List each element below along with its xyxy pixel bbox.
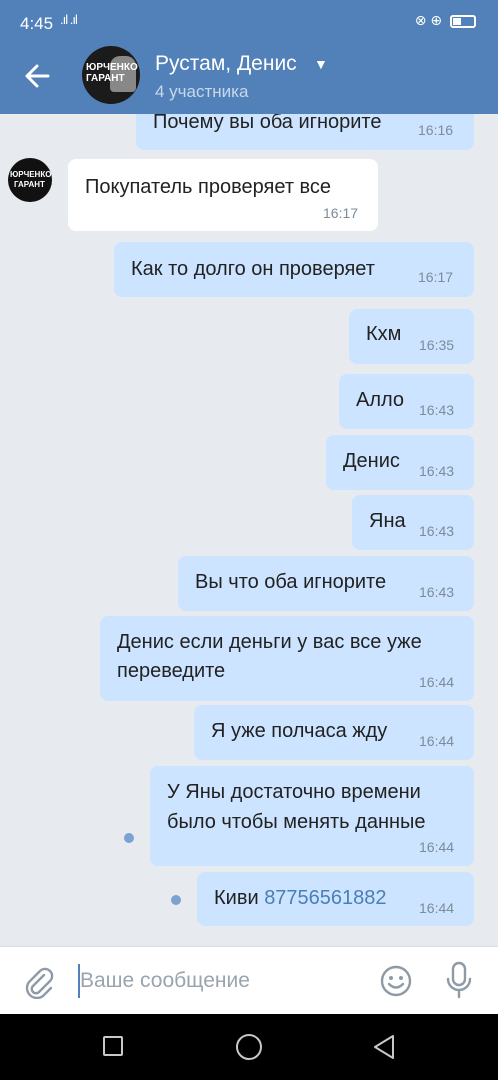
message-text-prefix: Киви (214, 887, 259, 909)
chat-subtitle: 4 участника (155, 82, 249, 101)
message-text: Как то долго он проверяет (131, 258, 375, 280)
message-time: 16:43 (419, 463, 455, 479)
avatar-line: ЮРЧЕНКО (10, 170, 52, 179)
message-text: Вы что оба игнорите (195, 571, 387, 593)
message-text-line: У Яны достаточно времени (167, 781, 421, 803)
paperclip-icon[interactable] (22, 965, 56, 999)
message-text: Кхм (366, 323, 402, 345)
sender-avatar[interactable]: ЮРЧЕНКО ГАРАНТ (8, 158, 52, 202)
message-text: Я уже полчаса жду (211, 720, 388, 742)
message-bubble[interactable]: Почему вы оба игнорите 16:16 (136, 114, 474, 150)
message-time: 16:43 (419, 523, 455, 539)
message-time: 16:44 (419, 674, 455, 690)
circle-icon[interactable] (236, 1034, 262, 1060)
unread-indicator (124, 833, 134, 843)
smile-icon[interactable] (380, 965, 412, 997)
battery-icon (450, 14, 476, 28)
message-bubble[interactable]: Как то долго он проверяет 16:17 (114, 242, 474, 297)
message-bubble[interactable]: Вы что оба игнорите 16:43 (178, 556, 474, 611)
message-time: 16:43 (419, 402, 455, 418)
message-text-line: Денис если деньги у вас все уже (117, 631, 422, 653)
message-bubble[interactable]: Денис если деньги у вас все уже переведи… (100, 616, 474, 701)
message-text: Почему вы оба игнорите (153, 114, 382, 133)
message-time: 16:17 (418, 269, 454, 285)
unread-indicator (171, 895, 181, 905)
message-list[interactable]: Почему вы оба игнорите 16:16 ЮРЧЕНКО ГАР… (0, 114, 498, 946)
phone-link[interactable]: 87756561882 (264, 887, 386, 909)
message-text: Яна (369, 510, 406, 532)
avatar-label: ЮРЧЕНКО ГАРАНТ (86, 62, 138, 84)
message-time: 16:44 (419, 733, 455, 749)
avatar-line: ГАРАНТ (14, 180, 45, 189)
status-time: 4:45 (20, 14, 54, 33)
chevron-down-icon[interactable]: ▼ (314, 56, 328, 72)
message-text: Покупатель проверяет все (85, 176, 332, 198)
chat-avatar[interactable]: ЮРЧЕНКО ГАРАНТ (82, 46, 140, 104)
system-navbar (0, 1014, 498, 1080)
status-bar: 4:45 .ıl .ıl ⊗ ⊕ (0, 0, 498, 38)
message-bubble[interactable]: Киви 87756561882 16:44 (197, 872, 474, 926)
message-bubble[interactable]: Яна 16:43 (352, 495, 474, 550)
message-time: 16:44 (419, 839, 455, 855)
signal-icon: .ıl .ıl (60, 12, 78, 27)
arrow-left-icon[interactable] (18, 58, 58, 94)
chat-header: ЮРЧЕНКО ГАРАНТ Рустам, Денис ▼ 4 участни… (0, 38, 498, 114)
message-bubble[interactable]: Алло 16:43 (339, 374, 474, 429)
status-misc-icons: ⊗ ⊕ (414, 12, 443, 28)
status-icons: ⊗ ⊕ (415, 12, 476, 29)
message-text: Алло (356, 389, 405, 411)
message-input[interactable] (80, 966, 360, 996)
message-text: Киви 87756561882 (214, 884, 387, 913)
square-icon[interactable] (103, 1036, 123, 1056)
message-time: 16:17 (323, 205, 359, 221)
message-time: 16:44 (419, 900, 455, 916)
chat-title[interactable]: Рустам, Денис (155, 52, 297, 76)
message-bubble[interactable]: Денис 16:43 (326, 435, 474, 490)
message-bubble[interactable]: У Яны достаточно времени было чтобы меня… (150, 766, 474, 866)
message-text-line: было чтобы менять данные (167, 811, 426, 833)
message-bubble[interactable]: Покупатель проверяет все 16:17 (68, 159, 378, 231)
triangle-icon[interactable] (372, 1034, 396, 1060)
message-bubble[interactable]: Я уже полчаса жду 16:44 (194, 705, 474, 760)
message-bubble[interactable]: Кхм 16:35 (349, 309, 474, 364)
message-time: 16:16 (418, 122, 454, 138)
message-time: 16:35 (419, 337, 455, 353)
message-time: 16:43 (419, 584, 455, 600)
message-text: Денис (343, 450, 400, 472)
message-text-line: переведите (117, 660, 226, 682)
microphone-icon[interactable] (444, 961, 474, 999)
message-composer (0, 946, 498, 1014)
